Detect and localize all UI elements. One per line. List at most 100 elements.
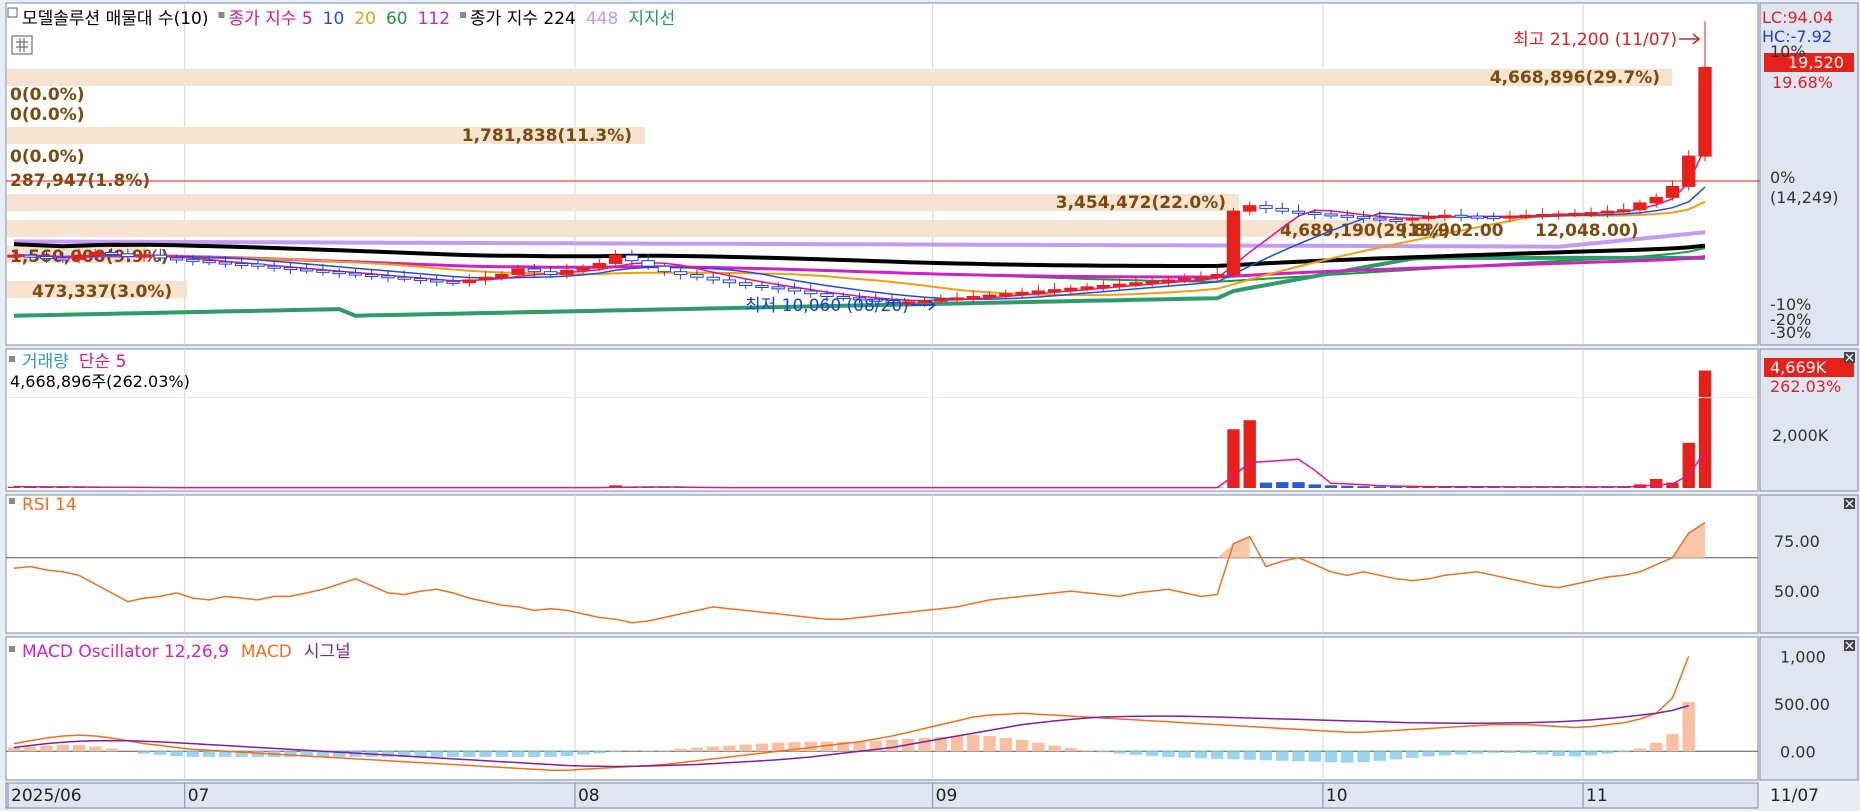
volume-axis-label: 2,000K — [1772, 426, 1829, 445]
x-tick-label: 08 — [578, 786, 600, 806]
macd-legend-bullet-icon — [9, 646, 15, 652]
candle-body — [7, 254, 21, 258]
candle-body — [1486, 216, 1501, 220]
candle-body — [722, 279, 737, 284]
tail-label-a: (13,902.00 — [1400, 221, 1504, 241]
candle-body — [1047, 289, 1062, 293]
candle-body — [1031, 290, 1046, 294]
macd-oscillator-bar — [853, 741, 866, 752]
grid-table-icon — [11, 35, 33, 55]
chart-canvas[interactable]: 2025/06 07 08 09 10 11 11/07 4,668,896(29.7%) 0(… — [0, 0, 1860, 811]
candle-body — [121, 253, 135, 258]
candle-body — [1568, 212, 1582, 216]
macd-oscillator-bar — [723, 745, 736, 752]
candle-body — [527, 268, 541, 273]
legend-bullet-icon — [460, 12, 467, 18]
macd-oscillator-bar — [170, 751, 183, 756]
volume-profile-label: 4,668,896(29.7%) — [1490, 68, 1660, 88]
volume-legend-bullet-icon — [9, 356, 15, 362]
main-legend-item: 종가 지수 5 — [228, 9, 312, 29]
candle-body — [365, 273, 379, 277]
macd-oscillator-bar — [137, 751, 151, 754]
stock-chart-window: 2025/06 07 08 09 10 11 11/07 4,668,896(29.7%) 0(… — [0, 0, 1860, 811]
macd-oscillator-bar — [755, 743, 769, 752]
volume-legend-item: 거래량 — [22, 352, 69, 372]
candle-body — [1324, 213, 1338, 217]
macd-oscillator-bar — [479, 751, 492, 757]
candle-body — [446, 280, 460, 284]
macd-oscillator-bar — [1194, 751, 1208, 759]
candle-body — [755, 284, 769, 288]
volume-bar — [1243, 420, 1256, 488]
candle-body — [413, 278, 428, 282]
rsi-axis-75: 75.00 — [1774, 532, 1820, 551]
macd-oscillator-bar — [430, 751, 443, 757]
macd-oscillator-bar — [495, 751, 508, 757]
candle-body — [1600, 210, 1615, 214]
main-legend-item: 10 — [323, 9, 345, 29]
candle-body — [1145, 280, 1159, 284]
macd-axis-0: 0.00 — [1780, 742, 1816, 761]
macd-oscillator-bar — [1015, 739, 1029, 752]
candle-body — [1275, 207, 1289, 212]
volume-profile-bar — [7, 194, 1239, 211]
candle-body — [267, 265, 281, 269]
candle-body — [1308, 212, 1322, 216]
candle-body — [1291, 210, 1306, 214]
candle-body — [381, 275, 395, 279]
candle-body — [56, 257, 70, 261]
volume-profile-label: 0(0.0%) — [10, 85, 85, 105]
main-legend-item: 60 — [386, 9, 408, 29]
candle-body — [934, 298, 948, 302]
main-legend-item: 20 — [354, 9, 376, 29]
lc-label: LC:94.04 — [1762, 8, 1833, 27]
candle-body — [72, 254, 86, 260]
pane-vol — [5, 348, 1759, 492]
macd-oscillator-bar — [658, 750, 671, 752]
candle-body — [982, 294, 997, 298]
pct-axis-label: (14,249) — [1770, 188, 1838, 207]
candle-body — [1535, 213, 1550, 217]
macd-oscillator-bar — [1129, 751, 1143, 755]
macd-oscillator-bar — [1633, 748, 1647, 752]
macd-oscillator-bar — [528, 751, 541, 757]
macd-legend-item: MACD Oscillator 12,26,9 — [22, 642, 229, 662]
macd-oscillator-bar — [1080, 750, 1094, 752]
candle-body — [1259, 205, 1273, 209]
pct-axis-label: -30% — [1770, 323, 1811, 342]
macd-oscillator-bar — [1064, 747, 1078, 752]
macd-axis-500: 500.00 — [1774, 695, 1830, 714]
volume-bar — [1650, 478, 1663, 488]
candle-body — [23, 254, 37, 258]
candle-body — [1470, 215, 1485, 219]
low-label: 최저 10,060 (08/20) — [745, 296, 909, 316]
pct-axis-label: 0% — [1770, 168, 1795, 187]
candle-body — [1698, 66, 1712, 157]
macd-legend-item: 시그널 — [304, 642, 351, 662]
volume-bar — [1324, 485, 1338, 488]
candle-body — [592, 262, 607, 269]
volume-tag-change: 262.03% — [1770, 377, 1841, 396]
macd-oscillator-bar — [706, 746, 720, 752]
macd-oscillator-bar — [89, 746, 102, 752]
macd-oscillator-bar — [560, 751, 574, 756]
candle-body — [511, 268, 525, 275]
macd-oscillator-bar — [1536, 751, 1549, 755]
macd-oscillator-bar — [1568, 751, 1582, 757]
macd-oscillator-bar — [739, 744, 752, 752]
candle-body — [771, 286, 785, 290]
macd-oscillator-bar — [1666, 734, 1679, 752]
volume-bar — [1308, 484, 1321, 488]
macd-oscillator-bar — [1503, 751, 1517, 753]
pane-rsi — [5, 494, 1759, 634]
candle-body — [186, 258, 200, 262]
macd-oscillator-bar — [1650, 742, 1663, 752]
rsi-axis-50: 50.00 — [1774, 582, 1820, 601]
x-tick-label: 11 — [1586, 786, 1608, 806]
macd-oscillator-bar — [24, 746, 37, 752]
macd-oscillator-bar — [1617, 751, 1630, 753]
candle-body — [1096, 284, 1111, 288]
macd-oscillator-bar — [463, 751, 476, 757]
candle-body — [1161, 279, 1176, 283]
macd-oscillator-bar — [593, 751, 606, 754]
